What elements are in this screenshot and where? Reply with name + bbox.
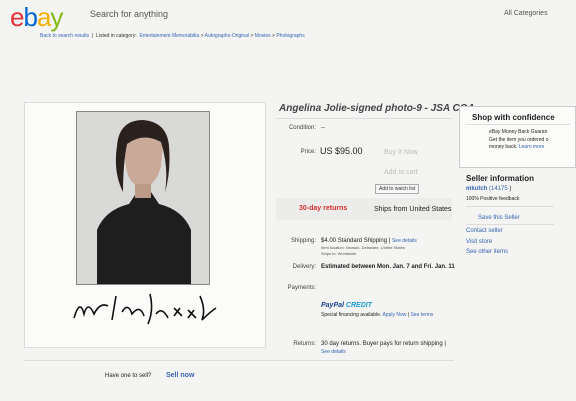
credit-text: CREDIT — [343, 302, 372, 309]
financing-line: Special financing available. Apply Now |… — [321, 312, 433, 318]
breadcrumb-item[interactable]: Movies — [255, 33, 271, 39]
shipping-details-link[interactable]: See details — [392, 238, 417, 244]
financing-separator: | — [407, 312, 410, 318]
condition-value: -- — [321, 125, 325, 131]
breadcrumb: Back to search results | Listed in categ… — [40, 33, 305, 39]
confidence-text: Get the item you ordered o — [489, 137, 549, 143]
add-to-cart-button[interactable]: Add to cart — [384, 169, 418, 176]
returns-details-link[interactable]: See details — [321, 349, 346, 355]
money-back-guarantee: eBay Money Back Guaran — [489, 129, 548, 135]
returns-policy: 30 day returns. Buyer pays for return sh… — [321, 341, 446, 347]
logo-letter: y — [50, 2, 63, 32]
positive-feedback: 100% Positive feedback — [466, 196, 520, 202]
payments-label: Payments: — [287, 285, 316, 291]
confidence-text-end: money back. Learn more — [489, 144, 544, 150]
seller-score-link[interactable]: (14175 — [489, 186, 508, 192]
price-value: US $95.00 — [320, 146, 363, 156]
seller-score-paren: ) — [509, 186, 512, 192]
breadcrumb-chevron: > — [250, 33, 254, 39]
autograph-signature — [73, 293, 217, 325]
logo-letter: b — [23, 2, 38, 32]
listed-in-label: Listed in category: — [96, 33, 137, 39]
ships-from-badge: Ships from United States — [374, 206, 452, 213]
returns-badge: 30-day returns — [299, 205, 348, 212]
breadcrumb-chevron: > — [200, 33, 204, 39]
search-input[interactable]: Search for anything — [90, 9, 168, 19]
shipping-method: Standard Shipping — [337, 238, 388, 244]
logo-letter: a — [36, 2, 52, 32]
ebay-logo[interactable]: ebay — [10, 2, 63, 33]
divider — [24, 360, 454, 361]
see-other-items-link[interactable]: See other items — [466, 249, 508, 255]
contact-seller-link[interactable]: Contact seller — [466, 228, 503, 234]
item-photo[interactable] — [76, 111, 210, 285]
divider — [276, 118, 452, 119]
paypal-text: PayPal — [321, 302, 344, 309]
divider — [466, 206, 554, 207]
item-location: Item location: Newark, Delaware, United … — [321, 245, 405, 250]
delivery-label: Delivery: — [292, 264, 316, 270]
add-to-watchlist-button[interactable]: Add to watch list — [375, 184, 420, 194]
listing-title: Angelina Jolie-signed photo-9 - JSA COA — [279, 103, 475, 114]
shipping-cost: $4.00 — [321, 238, 337, 244]
sell-question: Have one to sell? — [105, 373, 152, 379]
breadcrumb-item[interactable]: Autographs-Original — [205, 33, 249, 39]
condition-label: Condition: — [288, 125, 316, 131]
confidence-text-money: money back. — [489, 144, 518, 150]
delivery-estimate: Estimated between Mon. Jan. 7 and Fri. J… — [321, 264, 455, 270]
seller-line: mkutch (14175 ) — [466, 186, 511, 192]
seller-info-title: Seller information — [466, 174, 535, 183]
shipping-label: Shipping: — [290, 238, 316, 244]
breadcrumb-chevron: > — [272, 33, 275, 39]
ships-to: Ships to: Worldwide — [321, 251, 357, 256]
breadcrumb-item[interactable]: Entertainment Memorabilia — [139, 33, 199, 39]
back-to-results-link[interactable]: Back to search results — [40, 33, 89, 39]
visit-store-link[interactable]: Visit store — [466, 239, 492, 245]
shipping-line: $4.00 Standard Shipping | See details — [321, 238, 417, 244]
logo-letter: e — [10, 2, 25, 32]
portrait-image — [77, 112, 209, 284]
category-select[interactable]: All Categories — [504, 10, 548, 17]
financing-text: Special financing available. — [321, 312, 382, 318]
apply-now-link[interactable]: Apply Now — [382, 312, 406, 318]
sell-now-link[interactable]: Sell now — [166, 372, 194, 379]
paypal-credit-logo: PayPal CREDIT — [321, 302, 372, 309]
confidence-title: Shop with confidence — [472, 113, 555, 122]
returns-label: Returns: — [293, 341, 316, 347]
divider — [466, 224, 554, 225]
seller-name-link[interactable]: mkutch — [466, 186, 487, 192]
learn-more-link[interactable]: Learn more — [519, 144, 545, 150]
see-terms-link[interactable]: See terms — [410, 312, 433, 318]
breadcrumb-separator: | — [91, 33, 94, 39]
price-label: Price: — [300, 149, 316, 155]
buy-it-now-button[interactable]: Buy It Now — [384, 149, 418, 156]
save-seller-link[interactable]: Save this Seller — [478, 215, 520, 221]
divider — [466, 124, 570, 125]
breadcrumb-item[interactable]: Photographs — [276, 33, 304, 39]
